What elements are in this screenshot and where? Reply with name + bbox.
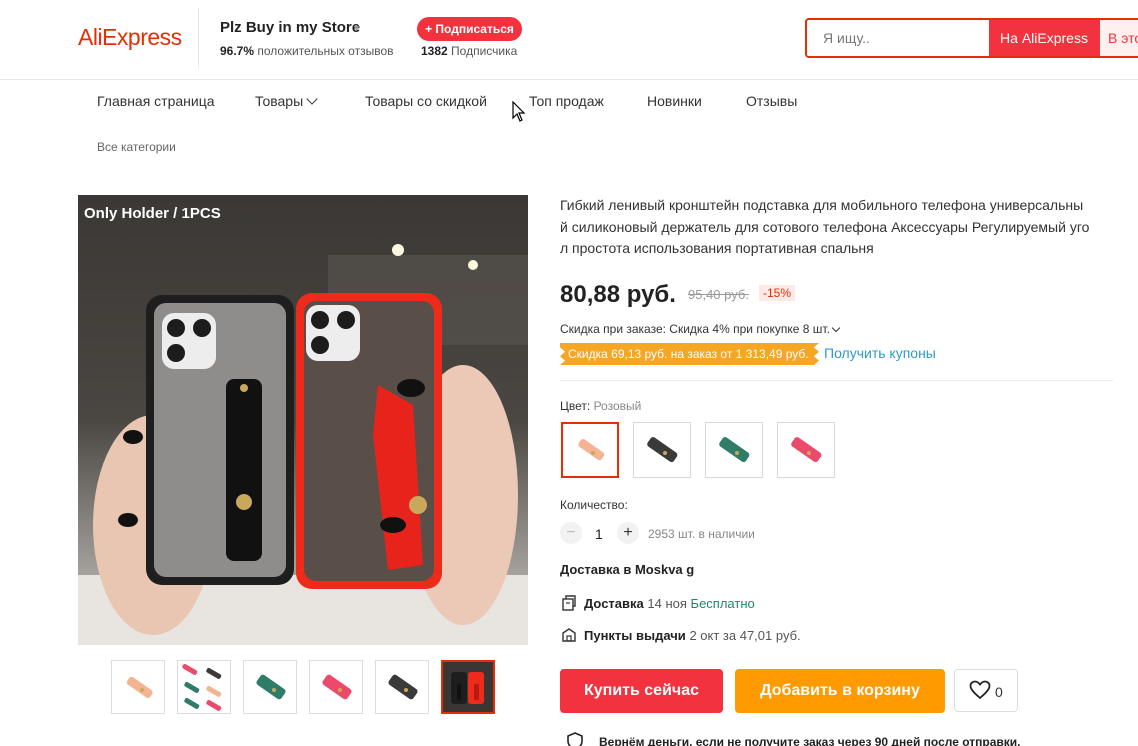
- product-main-image[interactable]: Only Holder / 1PCS: [78, 195, 528, 645]
- delivery-date: 14 ноя: [647, 596, 687, 611]
- store-rating: 96.7% положительных отзывов: [220, 44, 394, 58]
- rating-text: положительных отзывов: [257, 44, 394, 58]
- guarantee-text: Вернём деньги, если не получите заказ че…: [599, 735, 1021, 746]
- heart-icon: [969, 680, 991, 700]
- chevron-down-icon: [306, 93, 318, 105]
- color-swatch-black[interactable]: [633, 422, 691, 478]
- pickup-date: 2 окт: [689, 628, 720, 643]
- green-holder-icon: [719, 437, 750, 463]
- pink-holder-icon: [578, 439, 605, 461]
- pickup-point-icon: [562, 628, 576, 642]
- quantity-value[interactable]: 1: [595, 526, 603, 542]
- current-price: 80,88 руб.: [560, 281, 676, 308]
- color-swatch-green[interactable]: [705, 422, 763, 478]
- title-line: й силиконовый держатель для сотового тел…: [560, 218, 1090, 235]
- subscribers-text: Подписчика: [451, 44, 518, 58]
- nav-reviews[interactable]: Отзывы: [746, 93, 797, 109]
- color-swatch-rose[interactable]: [777, 422, 835, 478]
- delivery-label: Доставка: [584, 596, 644, 611]
- order-discount-toggle[interactable]: Скидка при заказе: Скидка 4% при покупке…: [560, 322, 841, 336]
- color-label-text: Цвет:: [560, 399, 591, 413]
- green-holder-icon: [256, 674, 286, 700]
- aliexpress-logo[interactable]: AliExpress: [78, 24, 182, 51]
- title-line: Гибкий ленивый кронштейн подставка для м…: [560, 197, 1084, 213]
- title-line: л простота использования портативная спа…: [560, 240, 874, 256]
- stock-count: 2953 шт. в наличии: [648, 527, 755, 541]
- store-caret-icon[interactable]: ▼: [352, 23, 361, 33]
- delivery-box-icon: [562, 595, 576, 611]
- buyer-protection: Вернём деньги, если не получите заказ че…: [565, 732, 1021, 746]
- header-divider: [198, 8, 199, 68]
- color-value: Розовый: [593, 399, 642, 413]
- black-holder-icon: [647, 437, 678, 463]
- search-aliexpress-button[interactable]: На AliExpress: [989, 20, 1099, 56]
- store-name[interactable]: Plz Buy in my Store: [220, 19, 360, 36]
- black-holder-icon: [388, 674, 418, 700]
- rose-holder-icon: [322, 674, 352, 700]
- delivery-price: Бесплатно: [690, 596, 755, 611]
- thumbnail-2[interactable]: [177, 660, 231, 714]
- delivery-row: Доставка 14 ноя Бесплатно: [560, 595, 755, 611]
- chevron-down-icon: [831, 323, 841, 333]
- thumbnail-1[interactable]: [111, 660, 165, 714]
- quantity-plus-button[interactable]: +: [617, 522, 639, 544]
- rating-value: 96.7%: [220, 44, 255, 58]
- coupon-banner: Скидка 69,13 руб. на заказ от 1 313,49 р…: [560, 343, 819, 365]
- subscribers-count: 1382 Подписчика: [421, 44, 517, 58]
- thumbnail-5[interactable]: [375, 660, 429, 714]
- phones-photo-illustration: [78, 195, 528, 645]
- thumbnail-4[interactable]: [309, 660, 363, 714]
- nav-products[interactable]: Товары: [255, 93, 318, 109]
- divider: [560, 380, 1113, 381]
- color-swatch-pink[interactable]: [561, 422, 619, 478]
- nav-discounts[interactable]: Товары со скидкой: [365, 93, 487, 109]
- search-input[interactable]: [807, 20, 989, 56]
- wishlist-count: 0: [995, 684, 1003, 700]
- rose-holder-icon: [791, 437, 822, 463]
- nav-top-sales[interactable]: Топ продаж: [529, 93, 604, 109]
- image-caption: Only Holder / 1PCS: [84, 205, 221, 222]
- quantity-minus-button[interactable]: −: [560, 522, 582, 544]
- phones-photo-icon: [443, 662, 493, 712]
- search-store-button[interactable]: В это: [1099, 20, 1138, 56]
- nav-home[interactable]: Главная страница: [97, 93, 215, 109]
- multi-color-holders-icon: [182, 664, 222, 711]
- thumbnail-6[interactable]: [441, 660, 495, 714]
- subscribe-button[interactable]: + Подписаться: [417, 17, 522, 41]
- quantity-label: Количество:: [560, 498, 628, 512]
- all-categories-link[interactable]: Все категории: [97, 140, 176, 154]
- nav-products-label: Товары: [255, 93, 304, 109]
- pink-holder-icon: [126, 676, 153, 698]
- pickup-row: Пункты выдачи 2 окт за 47,01 руб.: [560, 627, 801, 643]
- wishlist-button[interactable]: 0: [954, 669, 1018, 712]
- color-label: Цвет: Розовый: [560, 399, 641, 413]
- nav-new[interactable]: Новинки: [647, 93, 702, 109]
- buy-now-button[interactable]: Купить сейчас: [560, 669, 723, 713]
- delivery-location[interactable]: Доставка в Moskva g: [560, 562, 694, 577]
- thumbnail-3[interactable]: [243, 660, 297, 714]
- product-title: Гибкий ленивый кронштейн подставка для м…: [560, 195, 1115, 260]
- pickup-price: за 47,01 руб.: [722, 628, 801, 643]
- store-header: AliExpress Plz Buy in my Store ▼ 96.7% п…: [0, 0, 1138, 80]
- old-price: 95,40 руб.: [688, 287, 749, 302]
- discount-badge: -15%: [759, 285, 796, 301]
- pickup-label: Пункты выдачи: [584, 628, 686, 643]
- get-coupons-link[interactable]: Получить купоны: [824, 345, 936, 361]
- search-bar: На AliExpress В это: [805, 18, 1138, 58]
- order-discount-text: Скидка при заказе: Скидка 4% при покупке…: [560, 322, 830, 336]
- subscribers-number: 1382: [421, 44, 448, 58]
- shield-icon: [567, 732, 583, 746]
- add-to-cart-button[interactable]: Добавить в корзину: [735, 669, 945, 713]
- mouse-cursor-icon: [512, 101, 526, 122]
